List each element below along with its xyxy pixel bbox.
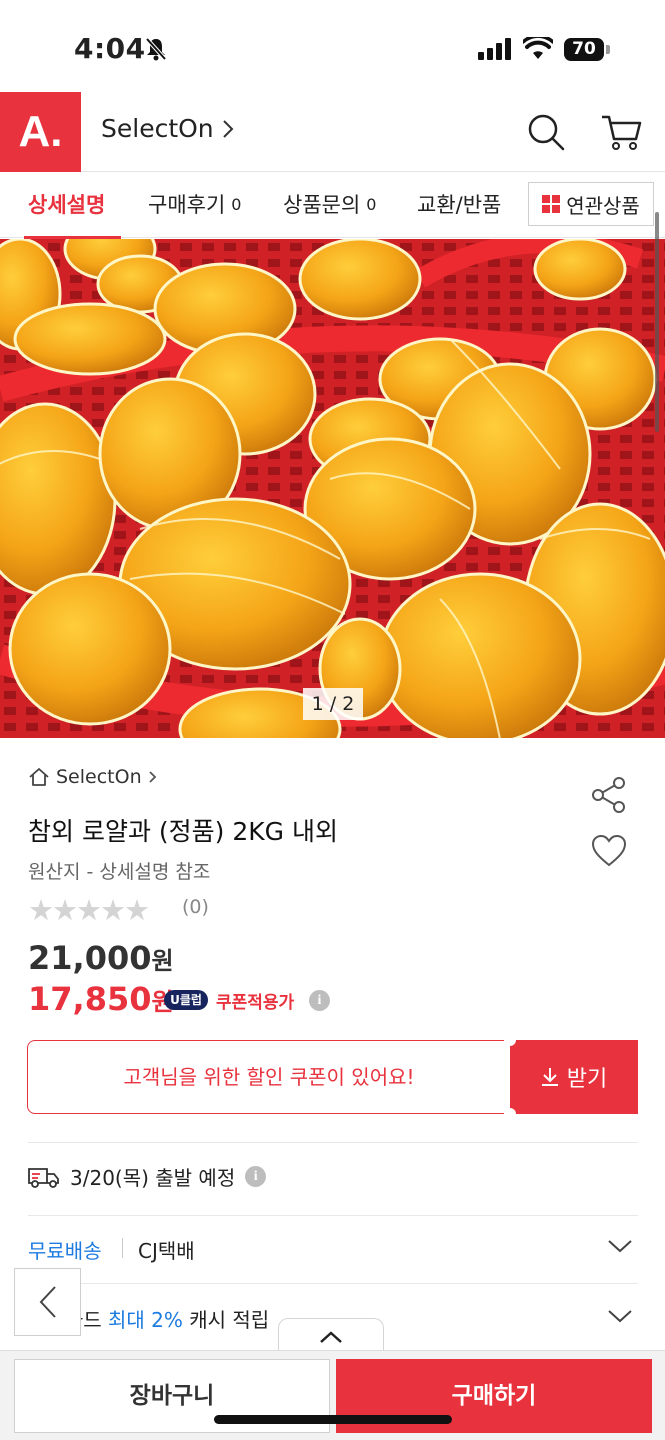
tab-inquiries[interactable]: 상품문의 0 xyxy=(283,172,376,238)
departure-row: 3/20(목) 출발 예정 i xyxy=(28,1162,267,1191)
bell-muted-icon xyxy=(145,37,167,61)
chevron-down-icon[interactable] xyxy=(607,1308,633,1324)
share-icon[interactable] xyxy=(590,776,628,814)
tab-label: 구매후기 xyxy=(148,193,226,217)
store-name: SelectOn xyxy=(101,114,214,143)
coupon-notch xyxy=(504,1034,516,1046)
chevron-up-icon xyxy=(320,1330,342,1343)
coupon-notch xyxy=(504,1108,516,1120)
divider xyxy=(28,1142,638,1143)
divider xyxy=(28,1283,638,1284)
tab-count: 0 xyxy=(231,195,242,214)
product-title: 참외 로얄과 (정품) 2KG 내외 xyxy=(28,817,338,846)
status-time: 4:04 xyxy=(74,32,146,65)
original-price: 21,000원 xyxy=(28,939,174,977)
product-tabs: 상세설명 구매후기 0 상품문의 0 교환/반품 연관상품 xyxy=(0,172,665,238)
courier-name: CJ택배 xyxy=(138,1239,195,1263)
battery-tip xyxy=(606,45,610,54)
cellular-signal-icon xyxy=(478,38,511,60)
review-count: (0) xyxy=(182,896,209,918)
search-icon[interactable] xyxy=(526,112,566,152)
tab-detail[interactable]: 상세설명 xyxy=(28,172,105,238)
sale-price: 17,850원 xyxy=(28,980,174,1018)
status-bar: 4:04 70 xyxy=(0,0,665,92)
info-icon[interactable]: i xyxy=(245,1166,267,1187)
uclub-badge: U클럽 xyxy=(164,990,208,1010)
home-icon xyxy=(29,768,49,786)
separator xyxy=(122,1238,123,1258)
app-header: A. SelectOn xyxy=(0,92,665,172)
sale-price-value: 17,850 xyxy=(28,980,152,1018)
download-icon xyxy=(541,1068,558,1086)
related-label: 연관상품 xyxy=(566,193,640,218)
coupon-download-label: 받기 xyxy=(566,1067,608,1092)
home-indicator xyxy=(214,1415,452,1424)
coupon-download-button[interactable]: 받기 xyxy=(510,1040,638,1114)
tab-label: 교환/반품 xyxy=(417,193,502,217)
related-products-button[interactable]: 연관상품 xyxy=(528,182,654,226)
chevron-right-icon xyxy=(148,771,156,783)
divider xyxy=(28,1215,638,1216)
card-suffix: 캐시 적립 xyxy=(182,1308,270,1332)
original-price-value: 21,000 xyxy=(28,939,152,977)
coupon-applied-label: 쿠폰적용가 xyxy=(216,993,295,1013)
grid-icon xyxy=(542,195,561,213)
card-highlight: 최대 2% xyxy=(107,1308,183,1332)
store-name: SelectOn xyxy=(56,766,142,788)
chevron-down-icon[interactable] xyxy=(607,1238,633,1254)
free-shipping-label: 무료배송 xyxy=(28,1239,102,1263)
chevron-left-icon xyxy=(39,1286,56,1318)
battery-indicator: 70 xyxy=(564,38,604,61)
melon-photo xyxy=(0,239,665,738)
truck-icon xyxy=(28,1167,59,1188)
product-image[interactable] xyxy=(0,239,665,738)
store-home-link[interactable]: SelectOn xyxy=(28,766,157,788)
heart-icon[interactable] xyxy=(591,834,627,868)
wifi-icon xyxy=(523,37,553,59)
image-counter: 1 / 2 xyxy=(303,688,363,720)
tab-count: 0 xyxy=(366,195,377,214)
expand-handle[interactable] xyxy=(278,1318,384,1354)
tab-reviews[interactable]: 구매후기 0 xyxy=(148,172,241,238)
departure-text: 3/20(목) 출발 예정 xyxy=(70,1166,236,1190)
store-link[interactable]: SelectOn xyxy=(101,114,234,143)
back-button[interactable] xyxy=(14,1268,81,1336)
scroll-indicator xyxy=(655,212,659,432)
info-icon[interactable]: i xyxy=(309,990,330,1011)
original-price-unit: 원 xyxy=(151,947,174,975)
tab-label: 상세설명 xyxy=(28,193,106,217)
chevron-right-icon xyxy=(222,119,234,138)
cart-icon[interactable] xyxy=(600,112,642,152)
origin-info: 원산지 - 상세설명 참조 xyxy=(28,861,211,883)
rating-stars: ★★★★★ xyxy=(28,893,150,927)
coupon-banner[interactable]: 고객님을 위한 할인 쿠폰이 있어요! xyxy=(27,1040,511,1114)
tab-exchange-return[interactable]: 교환/반품 xyxy=(417,172,501,238)
logo[interactable]: A. xyxy=(0,92,81,172)
bottom-action-bar: 장바구니 구매하기 xyxy=(0,1350,665,1440)
tab-label: 상품문의 xyxy=(283,193,361,217)
